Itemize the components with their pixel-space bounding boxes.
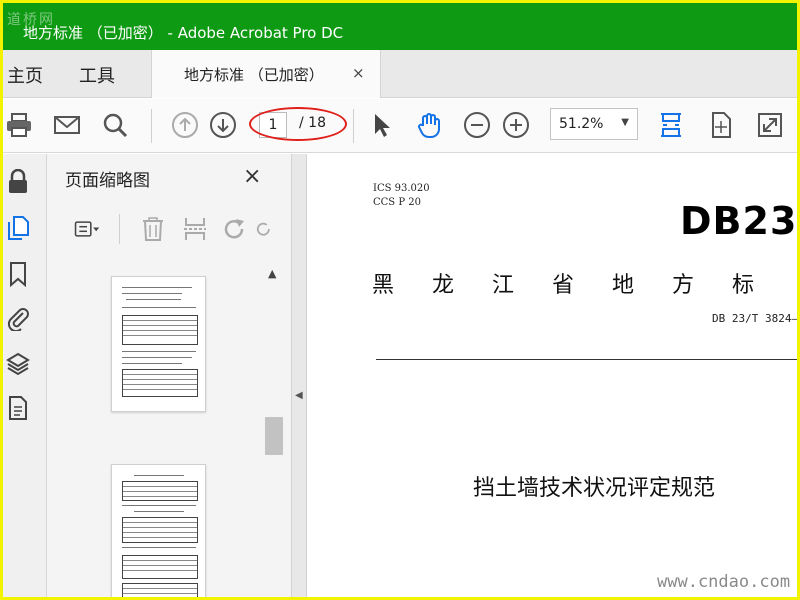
- panel-separator: [119, 214, 120, 244]
- hand-tool-icon: [418, 113, 440, 139]
- scrollbar-thumb[interactable]: [265, 417, 283, 455]
- tab-home[interactable]: 主页: [7, 62, 43, 88]
- email-icon: [54, 116, 80, 134]
- delete-icon: [143, 217, 163, 241]
- hand-tool-button[interactable]: [413, 109, 445, 141]
- rotate-icon: [224, 219, 244, 239]
- full-screen-button[interactable]: [754, 109, 786, 141]
- panel-splitter[interactable]: ◀: [291, 154, 307, 597]
- content-icon: [9, 396, 27, 420]
- rotate-page-button[interactable]: [219, 212, 251, 246]
- thumbnails-panel: 页面缩略图 × ▲: [47, 154, 291, 597]
- email-button[interactable]: [51, 109, 83, 141]
- insert-page-icon: [184, 218, 206, 240]
- collapse-panel-icon[interactable]: ◀: [295, 390, 303, 401]
- ics-code: ICS 93.020 CCS P 20: [373, 182, 430, 210]
- window-title: 地方标准 （已加密） - Adobe Acrobat Pro DC: [23, 24, 344, 42]
- delete-page-button[interactable]: [137, 212, 169, 246]
- prev-page-icon: [172, 112, 198, 138]
- document-page: ICS 93.020 CCS P 20 DB23 黑龙江省地方标 DB 23/T…: [308, 154, 799, 597]
- print-icon: [7, 113, 31, 137]
- zoom-out-button[interactable]: [461, 109, 493, 141]
- attachments-button[interactable]: [3, 302, 33, 334]
- layers-icon: [6, 352, 30, 376]
- fit-page-button[interactable]: [655, 109, 687, 141]
- zoom-in-button[interactable]: [500, 109, 532, 141]
- tab-document[interactable]: 地方标准 （已加密） ×: [151, 50, 381, 98]
- close-panel-button[interactable]: ×: [243, 164, 261, 189]
- page-thumbnails-button[interactable]: [3, 212, 33, 244]
- thumbnail-scrollbar[interactable]: ▲: [264, 267, 284, 597]
- close-tab-button[interactable]: ×: [352, 64, 365, 82]
- tab-bar: 主页 工具 地方标准 （已加密） ×: [3, 50, 797, 98]
- next-page-icon: [210, 112, 236, 138]
- standard-code: DB 23/T 3824—: [712, 312, 799, 325]
- scroll-mode-icon: [712, 112, 731, 138]
- page-thumbnail[interactable]: [111, 464, 206, 597]
- tab-document-label: 地方标准 （已加密）: [184, 66, 324, 84]
- insert-page-button[interactable]: [179, 212, 211, 246]
- thumbnail-toolbar: [61, 212, 291, 248]
- highlight-annotation: [249, 107, 347, 141]
- options-icon: [74, 221, 100, 237]
- ics-line: ICS 93.020: [373, 183, 430, 194]
- attachment-icon: [7, 308, 29, 331]
- document-title: 挡土墙技术状况评定规范: [473, 476, 716, 501]
- lock-icon: [9, 169, 27, 193]
- select-cursor-icon: [375, 114, 390, 137]
- divider: [376, 359, 797, 360]
- standard-type: 黑龙江省地方标: [372, 273, 793, 298]
- page-thumbnails-icon: [8, 216, 29, 240]
- panel-title: 页面缩略图: [65, 171, 150, 191]
- zoom-out-icon: [464, 112, 490, 138]
- zoom-value: 51.2%: [559, 116, 604, 132]
- search-icon: [103, 113, 128, 138]
- layers-button[interactable]: [3, 348, 33, 380]
- scroll-up-icon[interactable]: ▲: [268, 267, 276, 280]
- zoom-select[interactable]: 51.2% ▼: [550, 108, 638, 140]
- site-watermark: www.cndao.com: [657, 572, 791, 592]
- print-button[interactable]: [3, 109, 35, 141]
- chevron-down-icon: ▼: [621, 117, 629, 128]
- app-window: 道桥网 地方标准 （已加密） - Adobe Acrobat Pro DC 主页…: [0, 0, 800, 600]
- bookmark-icon: [10, 262, 26, 287]
- bookmarks-button[interactable]: [3, 258, 33, 290]
- security-button[interactable]: [3, 166, 33, 198]
- scroll-mode-button[interactable]: [705, 109, 737, 141]
- fit-page-icon: [661, 113, 681, 137]
- navigation-rail: [3, 154, 47, 597]
- prev-page-button[interactable]: [169, 109, 201, 141]
- toolbar: 1 / 18 51.2% ▼: [3, 99, 797, 153]
- ccs-line: CCS P 20: [373, 197, 421, 208]
- toolbar-separator: [151, 109, 152, 143]
- toolbar-separator: [353, 109, 354, 143]
- search-button[interactable]: [99, 109, 131, 141]
- rotate-right-icon: [256, 222, 270, 236]
- rotate-right-button[interactable]: [255, 212, 273, 246]
- tab-tools[interactable]: 工具: [79, 62, 115, 88]
- db-mark: DB23: [680, 199, 798, 243]
- title-bar: 道桥网 地方标准 （已加密） - Adobe Acrobat Pro DC: [3, 3, 797, 50]
- content-button[interactable]: [3, 392, 33, 424]
- select-tool-button[interactable]: [365, 109, 397, 141]
- thumbnail-list: 8: [47, 264, 269, 597]
- thumbnail-options-button[interactable]: [67, 212, 107, 246]
- next-page-button[interactable]: [207, 109, 239, 141]
- page-thumbnail[interactable]: [111, 276, 206, 412]
- full-screen-icon: [758, 113, 782, 137]
- zoom-in-icon: [503, 112, 529, 138]
